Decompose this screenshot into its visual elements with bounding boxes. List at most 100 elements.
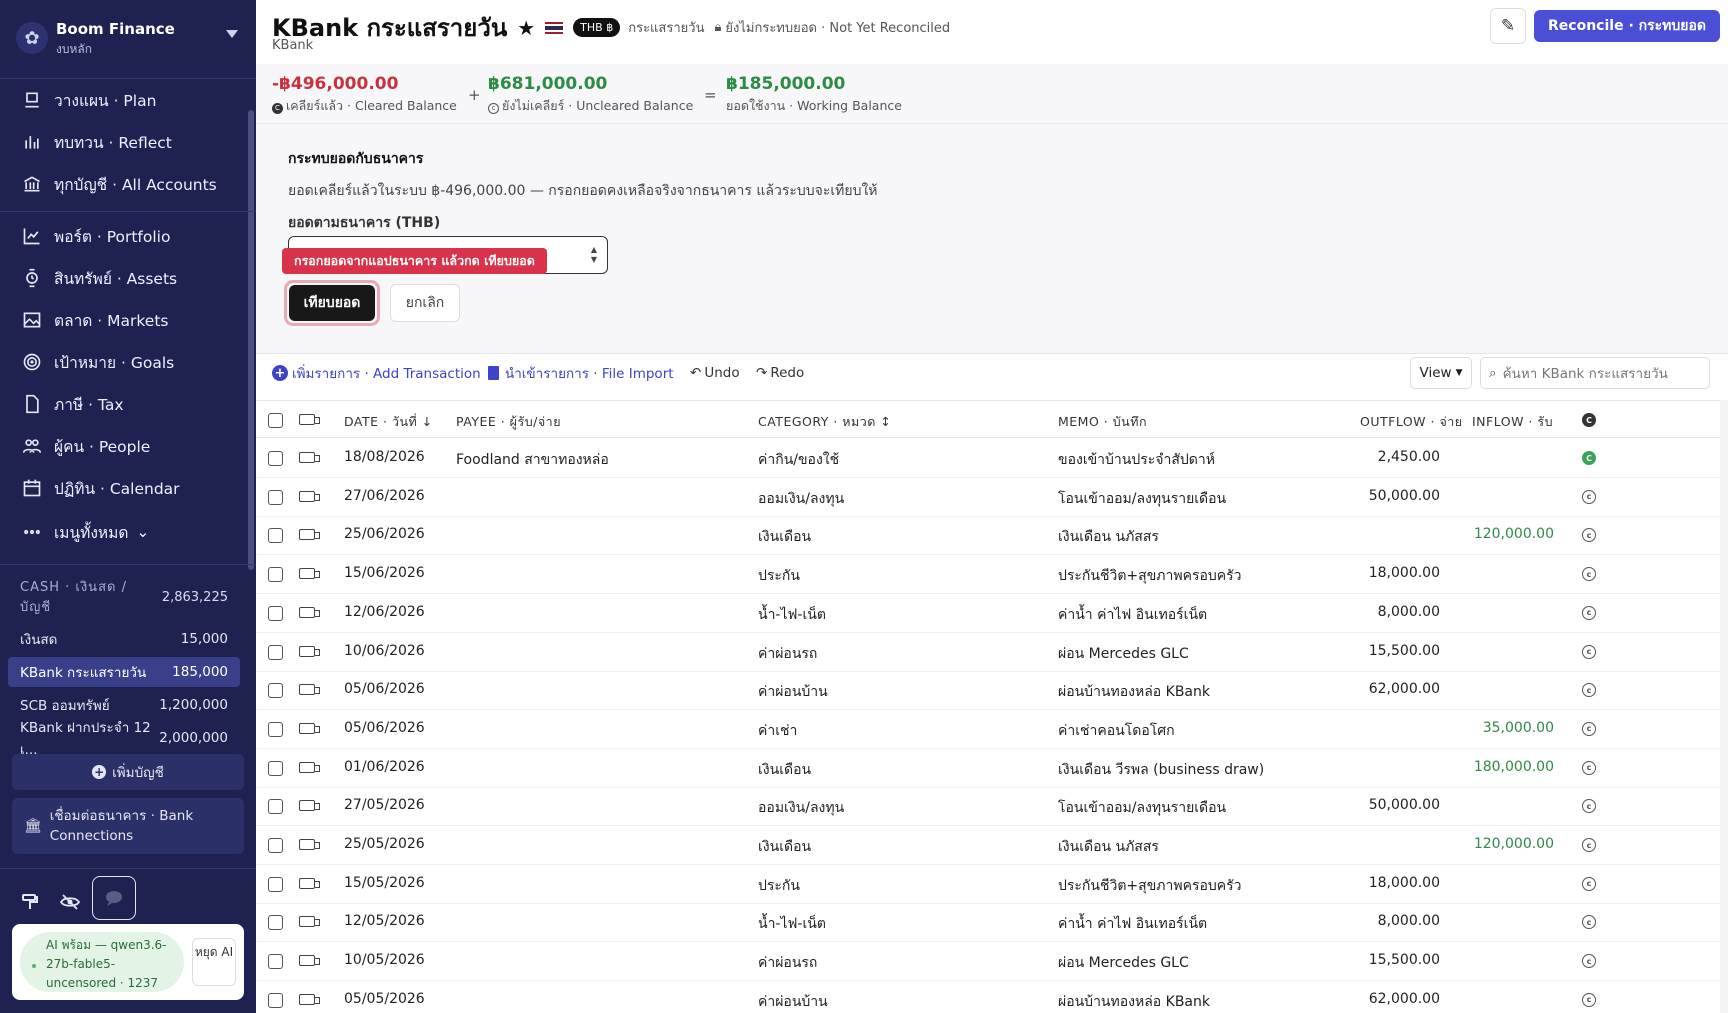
cleared-icon[interactable]: C bbox=[1582, 451, 1596, 465]
inflow-cell[interactable]: 35,000.00 bbox=[1483, 720, 1554, 736]
date-cell[interactable]: 10/05/2026 bbox=[344, 952, 425, 968]
uncleared-icon[interactable]: c bbox=[1582, 954, 1596, 969]
date-cell[interactable]: 15/06/2026 bbox=[344, 565, 425, 581]
uncleared-icon[interactable]: c bbox=[1582, 876, 1596, 891]
row-checkbox[interactable] bbox=[268, 451, 283, 466]
uncleared-icon[interactable]: c bbox=[1582, 760, 1596, 775]
sidebar-item-2[interactable]: ทุกบัญชี · All Accounts bbox=[0, 164, 246, 204]
eye-off-icon[interactable] bbox=[50, 882, 90, 922]
select-all-checkbox[interactable] bbox=[268, 413, 283, 428]
memo-cell[interactable]: โอนเข้าออม/ลงทุนรายเดือน bbox=[1058, 797, 1226, 819]
uncleared-icon[interactable]: c bbox=[1582, 528, 1596, 543]
paint-roller-icon[interactable] bbox=[10, 882, 50, 922]
table-row[interactable]: 01/06/2026 เงินเดือน เงินเดือน วีรพล (busi… bbox=[256, 749, 1720, 788]
table-row[interactable]: 25/05/2026 เงินเดือน เงินเดือน นภัสสร 120,0… bbox=[256, 826, 1720, 865]
add-account-button[interactable]: + เพิ่มบัญชี bbox=[12, 754, 244, 790]
category-cell[interactable]: ออมเงิน/ลงทุน bbox=[758, 488, 844, 510]
outflow-cell[interactable]: 50,000.00 bbox=[1369, 797, 1440, 813]
outflow-cell[interactable]: 8,000.00 bbox=[1378, 604, 1440, 620]
row-checkbox[interactable] bbox=[268, 992, 283, 1008]
outflow-cell[interactable]: 8,000.00 bbox=[1378, 913, 1440, 929]
inflow-cell[interactable]: 120,000.00 bbox=[1474, 526, 1554, 542]
sidebar-item-6[interactable]: เป้าหมาย · Goals bbox=[0, 342, 246, 382]
table-row[interactable]: 05/05/2026 ค่าผ่อนบ้าน ผ่อนบ้านทองหล่อ KBa… bbox=[256, 981, 1720, 1013]
account-item[interactable]: เงินสด 15,000 bbox=[8, 624, 240, 654]
category-cell[interactable]: เงินเดือน bbox=[758, 759, 811, 781]
cleared-column-icon[interactable]: C bbox=[1582, 413, 1596, 427]
category-cell[interactable]: ประกัน bbox=[758, 565, 800, 587]
uncleared-icon[interactable]: c bbox=[1582, 683, 1596, 698]
uncleared-icon[interactable]: c bbox=[1582, 567, 1596, 582]
flag-icon[interactable] bbox=[299, 993, 320, 1005]
flag-icon[interactable] bbox=[299, 877, 320, 889]
memo-cell[interactable]: ผ่อนบ้านทองหล่อ KBank bbox=[1058, 991, 1210, 1013]
category-cell[interactable]: น้ำ-ไฟ-เน็ต bbox=[758, 604, 826, 626]
sidebar-item-8[interactable]: ผู้คน · People bbox=[0, 426, 246, 466]
table-scrollbar[interactable] bbox=[1720, 400, 1728, 1013]
date-cell[interactable]: 12/06/2026 bbox=[344, 604, 425, 620]
category-cell[interactable]: ประกัน bbox=[758, 875, 800, 897]
flag-icon[interactable] bbox=[299, 490, 320, 502]
outflow-cell[interactable]: 50,000.00 bbox=[1369, 488, 1440, 504]
flag-icon[interactable] bbox=[299, 529, 320, 541]
row-checkbox[interactable] bbox=[268, 644, 283, 660]
budget-switcher[interactable]: ✿ Boom Finance งบหลัก bbox=[16, 18, 242, 62]
date-cell[interactable]: 25/05/2026 bbox=[344, 836, 425, 852]
row-checkbox[interactable] bbox=[268, 489, 283, 505]
row-checkbox[interactable] bbox=[268, 915, 283, 931]
date-cell[interactable]: 27/05/2026 bbox=[344, 797, 425, 813]
row-checkbox[interactable] bbox=[268, 760, 283, 776]
table-row[interactable]: 12/06/2026 น้ำ-ไฟ-เน็ต ค่าน้ำ ค่าไฟ อินเทอ… bbox=[256, 594, 1720, 633]
memo-cell[interactable]: ค่าเช่าคอนโดอโศก bbox=[1058, 720, 1175, 742]
star-icon[interactable]: ★ bbox=[517, 16, 535, 40]
row-checkbox[interactable] bbox=[268, 838, 283, 853]
cancel-button[interactable]: ยกเลิก bbox=[390, 284, 460, 322]
date-cell[interactable]: 05/06/2026 bbox=[344, 720, 425, 736]
table-row[interactable]: 12/05/2026 น้ำ-ไฟ-เน็ต ค่าน้ำ ค่าไฟ อินเทอ… bbox=[256, 903, 1720, 943]
table-row[interactable]: 27/05/2026 ออมเงิน/ลงทุน โอนเข้าออม/ลงทุนร… bbox=[256, 787, 1720, 827]
date-cell[interactable]: 01/06/2026 bbox=[344, 759, 425, 775]
number-stepper-icon[interactable]: ▲ ▼ bbox=[591, 245, 597, 265]
category-cell[interactable]: ค่าผ่อนบ้าน bbox=[758, 991, 828, 1013]
uncleared-icon[interactable]: c bbox=[1582, 915, 1596, 930]
flag-icon[interactable] bbox=[299, 606, 320, 618]
category-cell[interactable]: เงินเดือน bbox=[758, 526, 811, 548]
category-cell[interactable]: เงินเดือน bbox=[758, 836, 811, 858]
sidebar-item-9[interactable]: ปฏิทิน · Calendar bbox=[0, 468, 246, 508]
outflow-cell[interactable]: 15,500.00 bbox=[1369, 952, 1440, 968]
row-checkbox[interactable] bbox=[268, 528, 283, 544]
column-payee[interactable]: PAYEE · ผู้รับ/จ่าย bbox=[456, 412, 561, 432]
accounts-group-header[interactable]: CASH · เงินสด / บัญชี 2,863,225 bbox=[20, 578, 228, 618]
date-cell[interactable]: 15/05/2026 bbox=[344, 875, 425, 891]
row-checkbox[interactable] bbox=[268, 567, 283, 583]
sidebar-item-7[interactable]: ภาษี · Tax bbox=[0, 384, 246, 424]
date-cell[interactable]: 12/05/2026 bbox=[344, 913, 425, 929]
outflow-cell[interactable]: 18,000.00 bbox=[1369, 875, 1440, 891]
sidebar-item-1[interactable]: ทบทวน · Reflect bbox=[0, 122, 246, 162]
edit-account-button[interactable]: ✎ bbox=[1490, 8, 1526, 44]
uncleared-icon[interactable]: c bbox=[1582, 489, 1596, 504]
outflow-cell[interactable]: 18,000.00 bbox=[1369, 565, 1440, 581]
table-row[interactable]: 15/05/2026 ประกัน ประกันชีวิต+สุขภาพครอบคร… bbox=[256, 865, 1720, 904]
column-outflow[interactable]: OUTFLOW · จ่าย bbox=[1360, 412, 1463, 432]
table-row[interactable]: 18/08/2026 Foodland สาขาทองหล่อ ค่ากิน/ของ… bbox=[256, 439, 1720, 478]
row-checkbox[interactable] bbox=[268, 799, 283, 815]
flag-icon[interactable] bbox=[299, 800, 320, 812]
redo-button[interactable]: ↷ Redo bbox=[756, 362, 804, 384]
sidebar-item-0[interactable]: วางแผน · Plan bbox=[0, 80, 246, 120]
flag-icon[interactable] bbox=[299, 452, 320, 463]
memo-cell[interactable]: ประกันชีวิต+สุขภาพครอบครัว bbox=[1058, 565, 1242, 587]
inflow-cell[interactable]: 180,000.00 bbox=[1474, 759, 1554, 775]
uncleared-icon[interactable]: c bbox=[1582, 721, 1596, 736]
category-cell[interactable]: ออมเงิน/ลงทุน bbox=[758, 797, 844, 819]
uncleared-icon[interactable]: c bbox=[1582, 644, 1596, 659]
add-transaction-button[interactable]: + เพิ่มรายการ · Add Transaction bbox=[272, 362, 481, 384]
inflow-cell[interactable]: 120,000.00 bbox=[1474, 836, 1554, 852]
table-row[interactable]: 15/06/2026 ประกัน ประกันชีวิต+สุขภาพครอบคร… bbox=[256, 555, 1720, 595]
reconcile-button[interactable]: Reconcile · กระทบยอด bbox=[1534, 10, 1720, 42]
outflow-cell[interactable]: 62,000.00 bbox=[1369, 681, 1440, 697]
flag-icon[interactable] bbox=[299, 722, 320, 734]
flag-icon[interactable] bbox=[299, 955, 320, 967]
date-cell[interactable]: 10/06/2026 bbox=[344, 643, 425, 659]
date-cell[interactable]: 05/05/2026 bbox=[344, 991, 425, 1007]
